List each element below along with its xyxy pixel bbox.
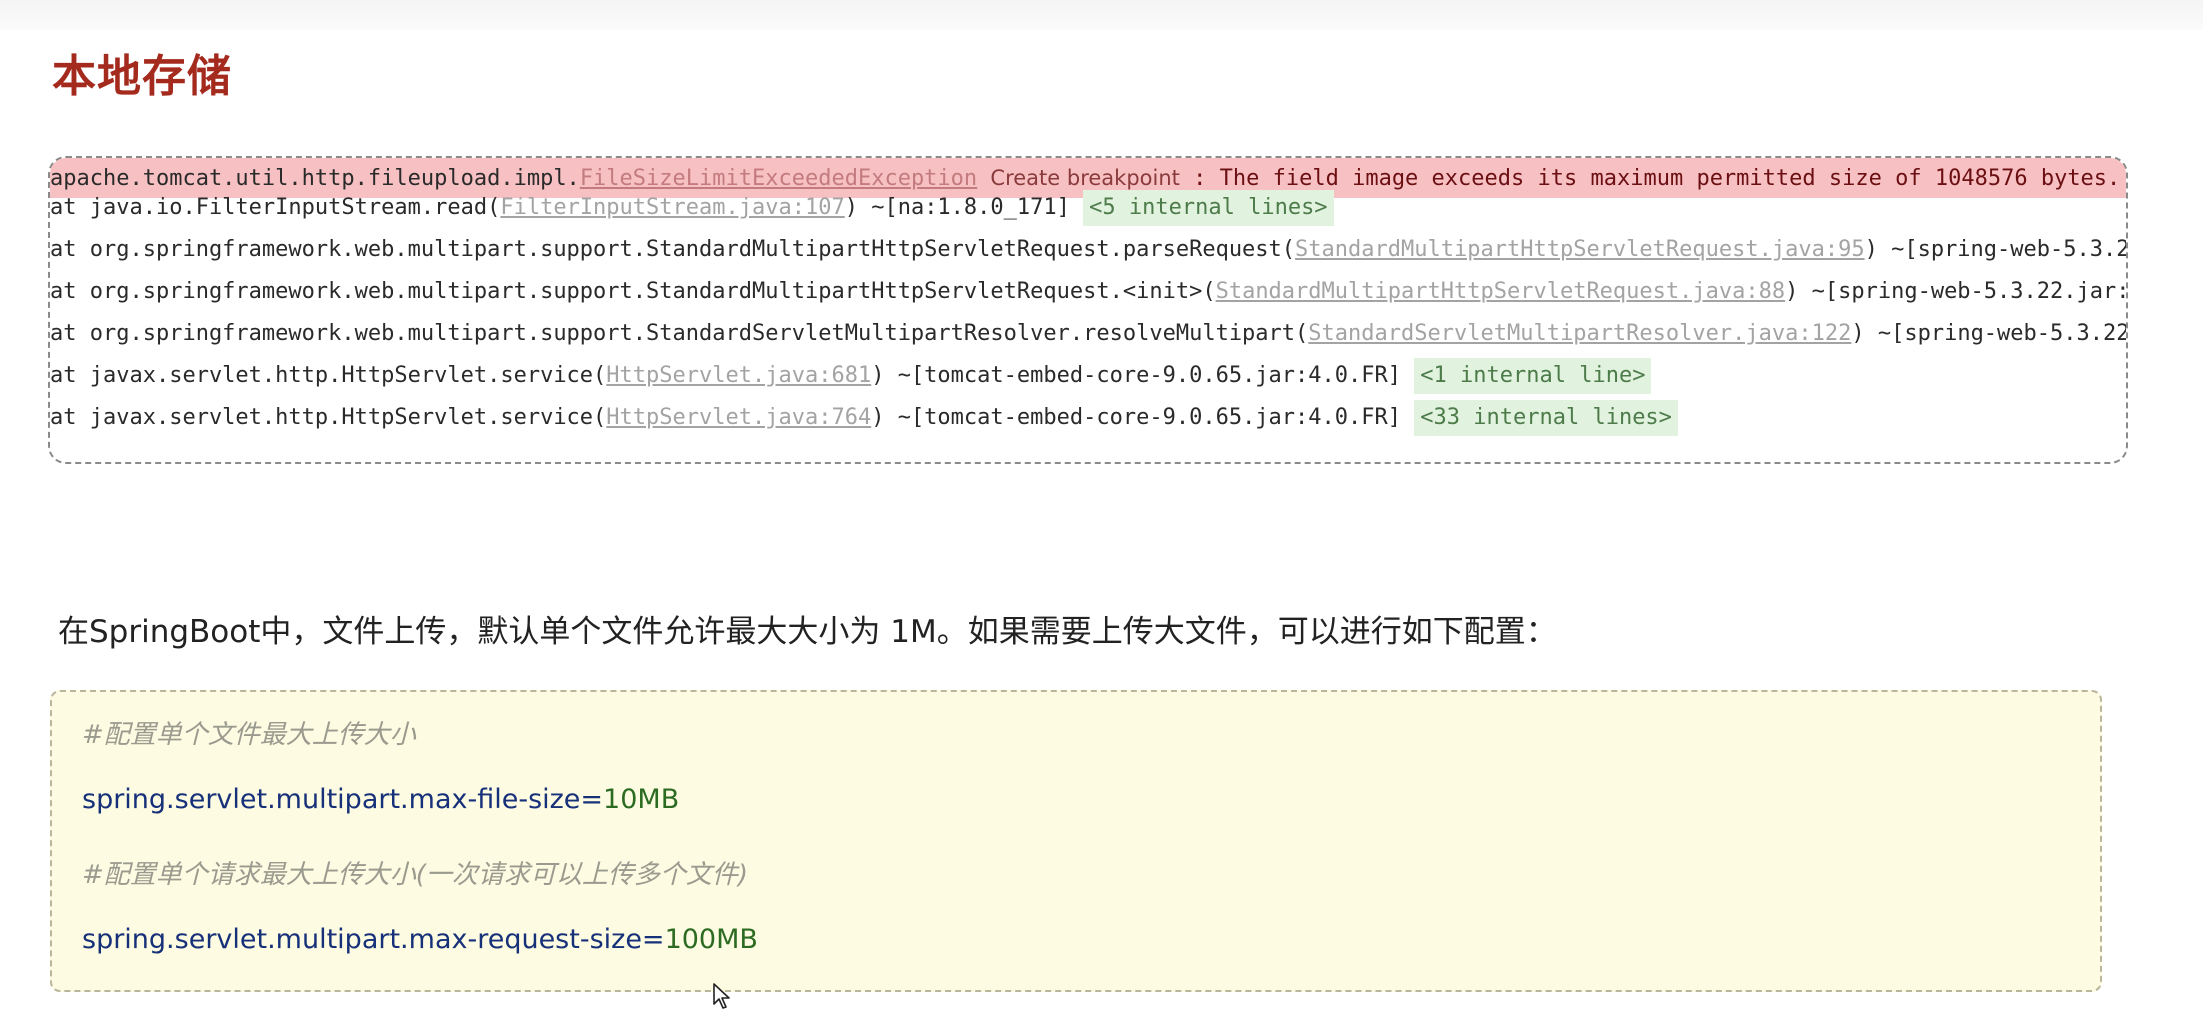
source-link[interactable]: FilterInputStream.java:107: [500, 195, 844, 220]
description-text: 在SpringBoot中，文件上传，默认单个文件允许最大大小为 1M。如果需要上…: [58, 614, 1557, 650]
stacktrace-line: at org.springframework.web.multipart.sup…: [50, 314, 2128, 354]
stacktrace-suffix: ) ~[tomcat-embed-core-9.0.65.jar:4.0.FR]: [871, 405, 1415, 430]
source-link[interactable]: HttpServlet.java:764: [606, 405, 871, 430]
stacktrace-prefix: at org.springframework.web.multipart.sup…: [50, 279, 1216, 304]
stacktrace-line: at javax.servlet.http.HttpServlet.servic…: [50, 398, 1678, 438]
stacktrace-prefix: at org.springframework.web.multipart.sup…: [50, 237, 1296, 262]
internal-lines-fold[interactable]: <5 internal lines>: [1083, 190, 1334, 226]
stacktrace-line: at java.io.FilterInputStream.read(Filter…: [50, 188, 1334, 228]
stacktrace-line: at org.springframework.web.multipart.sup…: [50, 272, 2128, 312]
source-link[interactable]: HttpServlet.java:681: [606, 363, 871, 388]
stacktrace-prefix: at javax.servlet.http.HttpServlet.servic…: [50, 363, 607, 388]
stacktrace-suffix: ) ~[na:1.8.0_171]: [844, 195, 1084, 220]
stacktrace-suffix: ) ~[spring-web-5.3.2: [1864, 237, 2128, 262]
internal-lines-fold[interactable]: <33 internal lines>: [1414, 400, 1678, 436]
stacktrace-line: at javax.servlet.http.HttpServlet.servic…: [50, 356, 1652, 396]
stacktrace-suffix: ) ~[spring-web-5.3.22.jar:: [1785, 279, 2128, 304]
page-title: 本地存储: [52, 51, 232, 102]
config-line-max-request-size: spring.servlet.multipart.max-request-siz…: [82, 924, 758, 955]
config-code-block: #配置单个文件最大上传大小 spring.servlet.multipart.m…: [50, 690, 2102, 992]
top-bar: [0, 0, 2203, 30]
stacktrace-prefix: at javax.servlet.http.HttpServlet.servic…: [50, 405, 607, 430]
stacktrace-line: at org.springframework.web.multipart.sup…: [50, 230, 2128, 270]
internal-lines-fold[interactable]: <1 internal line>: [1414, 358, 1652, 394]
config-comment: #配置单个文件最大上传大小: [82, 720, 416, 750]
config-value: 10MB: [603, 784, 680, 815]
config-value: 100MB: [664, 924, 758, 955]
page: 本地存储 apache.tomcat.util.http.fileupload.…: [0, 0, 2203, 1014]
stacktrace-suffix: ) ~[spring-web-5.3.22: [1851, 321, 2128, 346]
stacktrace-prefix: at java.io.FilterInputStream.read(: [50, 195, 501, 220]
source-link[interactable]: StandardServletMultipartResolver.java:12…: [1308, 321, 1851, 346]
source-link[interactable]: StandardMultipartHttpServletRequest.java…: [1295, 237, 1865, 262]
stacktrace-suffix: ) ~[tomcat-embed-core-9.0.65.jar:4.0.FR]: [871, 363, 1415, 388]
config-line-max-file-size: spring.servlet.multipart.max-file-size=1…: [82, 784, 679, 815]
config-key: spring.servlet.multipart.max-file-size=: [82, 784, 604, 815]
config-key: spring.servlet.multipart.max-request-siz…: [82, 924, 665, 955]
stacktrace-prefix: at org.springframework.web.multipart.sup…: [50, 321, 1309, 346]
source-link[interactable]: StandardMultipartHttpServletRequest.java…: [1216, 279, 1786, 304]
config-comment: #配置单个请求最大上传大小(一次请求可以上传多个文件): [82, 860, 749, 890]
mouse-pointer-icon: [713, 983, 730, 1009]
create-breakpoint-link[interactable]: Create breakpoint: [990, 166, 1179, 190]
stacktrace-box: apache.tomcat.util.http.fileupload.impl.…: [48, 156, 2128, 464]
